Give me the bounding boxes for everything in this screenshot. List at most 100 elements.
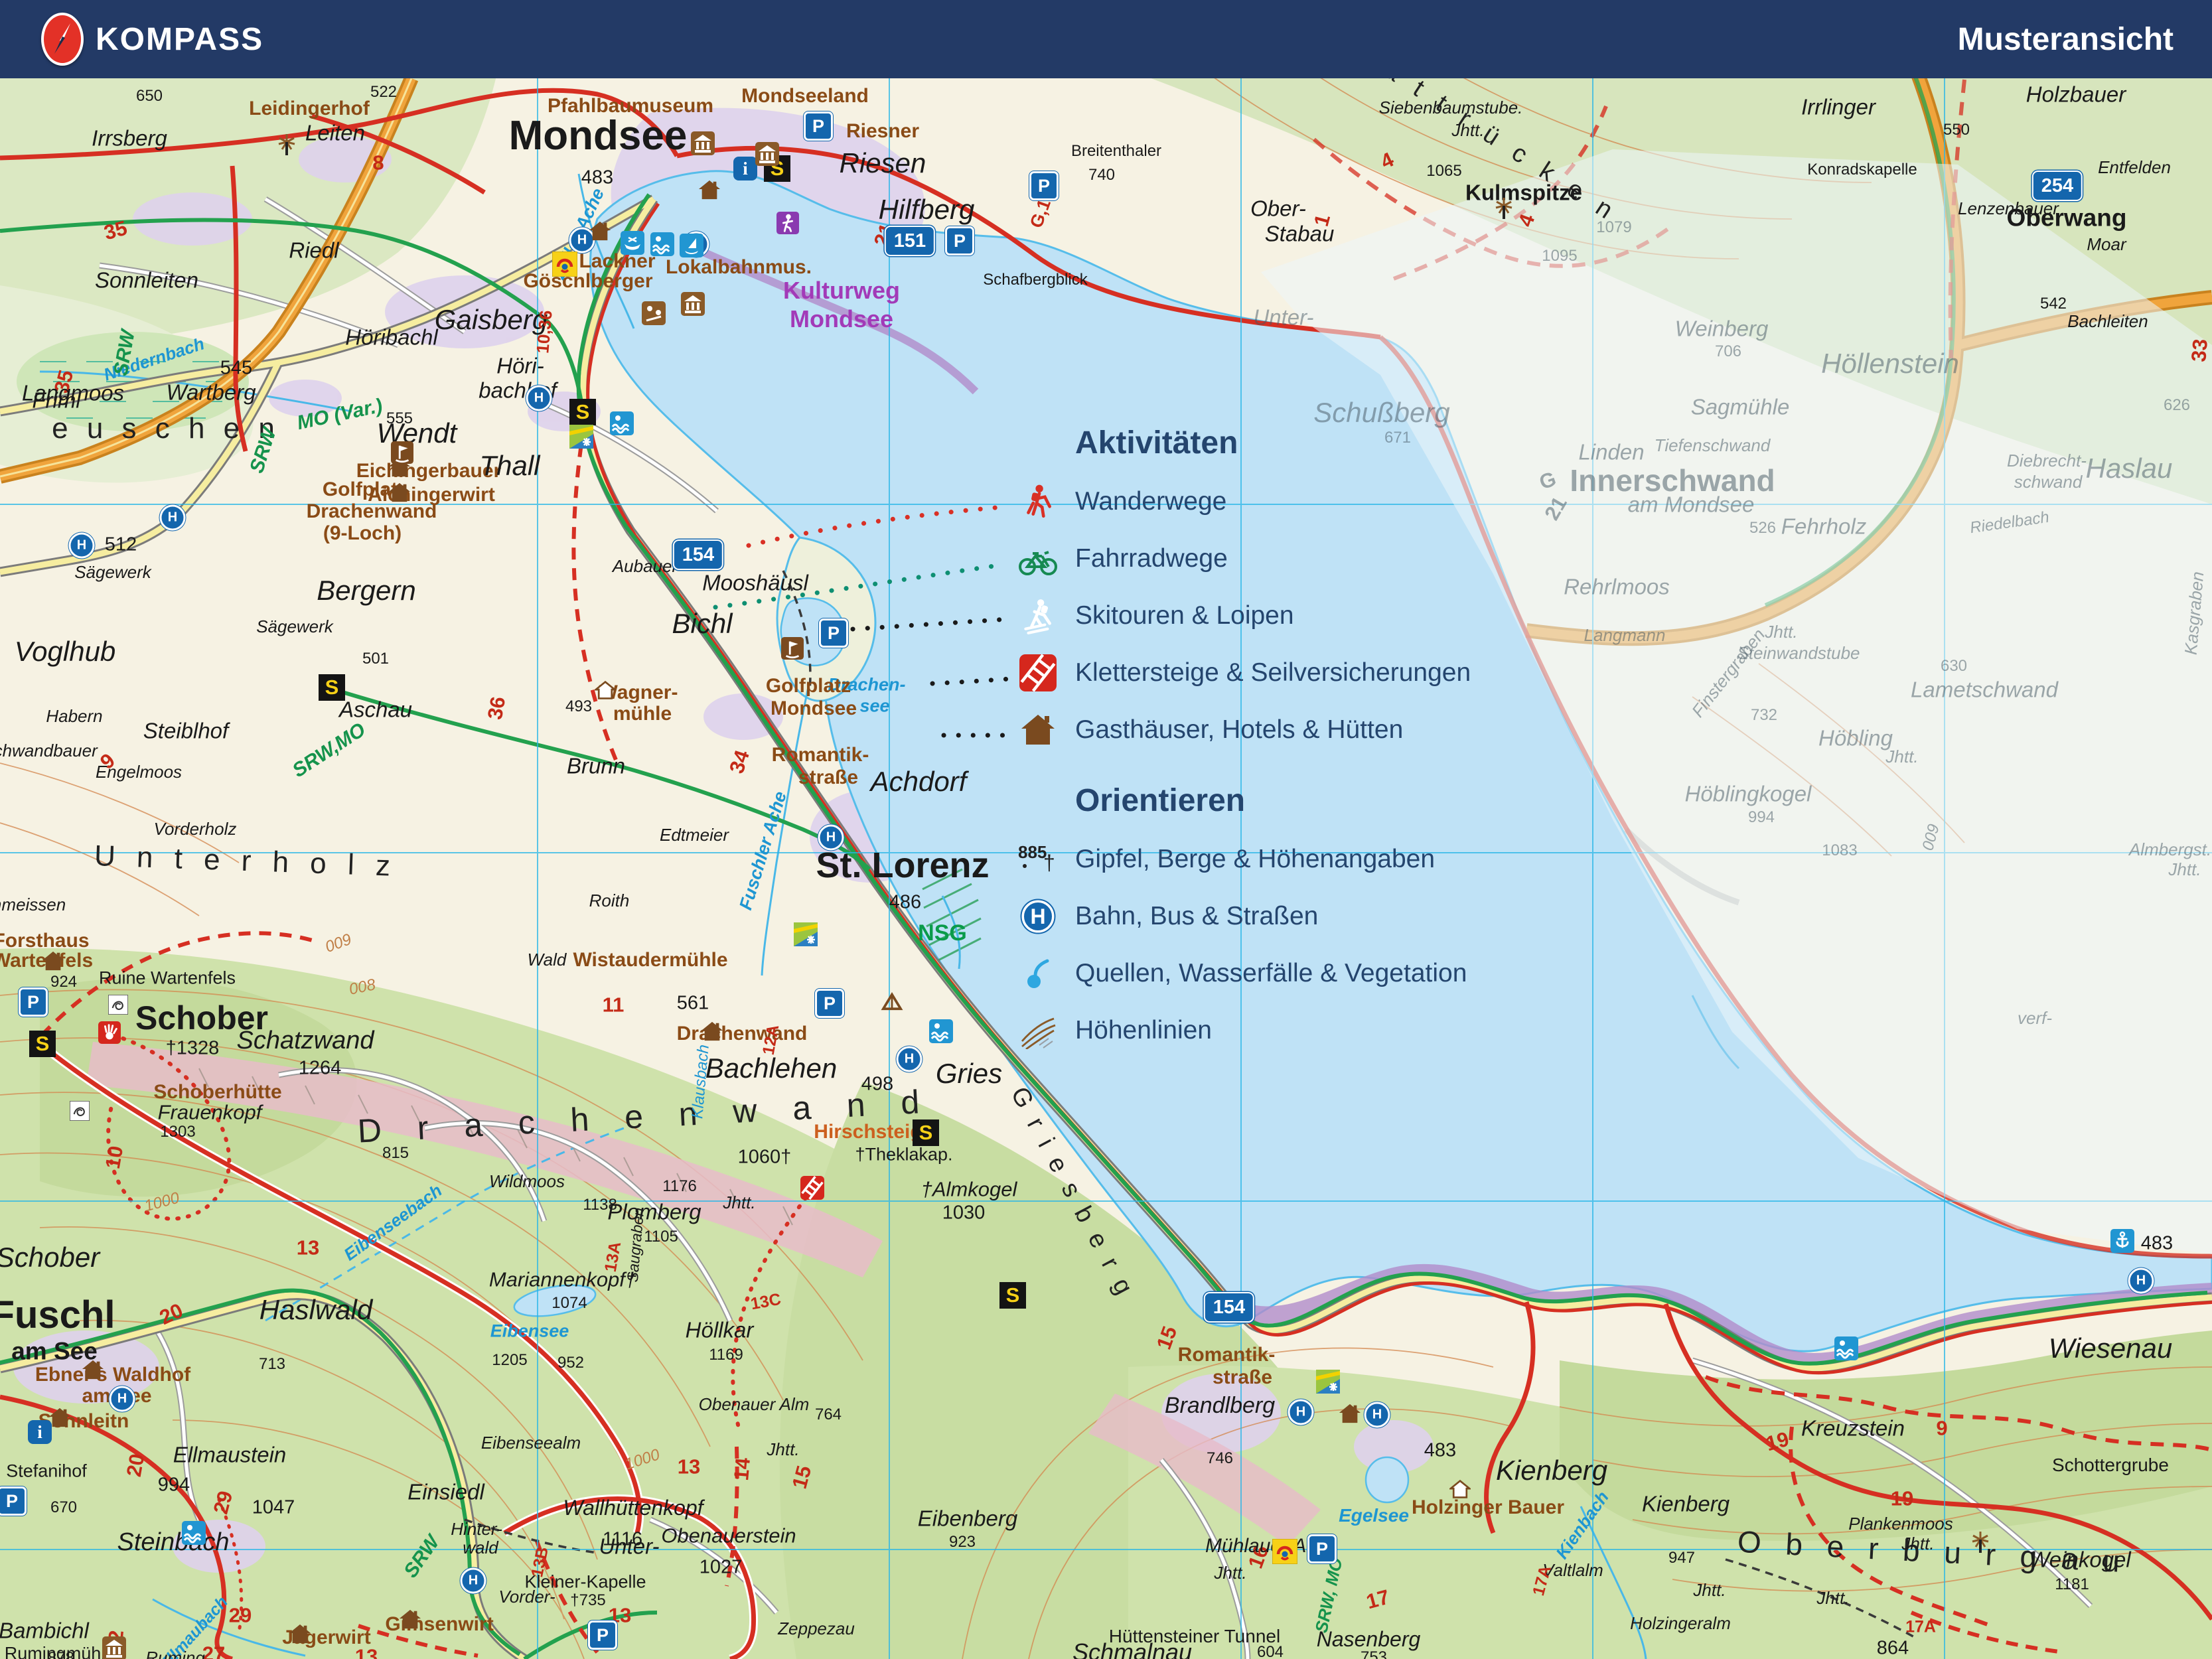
- map-label: Drachenwand: [676, 1023, 808, 1045]
- map-label: Hilfberg: [878, 194, 975, 225]
- map-label: Sägewerk: [74, 562, 151, 582]
- map-label: Achdorf: [870, 766, 967, 797]
- map-label: 764: [814, 1406, 842, 1423]
- contours-icon: [1017, 1009, 1059, 1052]
- map-label: Habern: [46, 706, 103, 726]
- ladder-icon: [1017, 652, 1059, 694]
- map-label: Göschlberger: [523, 270, 653, 292]
- map-label: 10: [100, 1143, 128, 1171]
- map-label: Eibensee: [490, 1321, 569, 1341]
- route-badge: 154: [672, 540, 724, 570]
- map-label: 550: [1943, 121, 1970, 139]
- legend-orientation-items: 885 † Gipfel, Berge & Höhenangaben H Bahn, B…: [1017, 831, 1654, 1059]
- map-label: 561: [676, 992, 709, 1014]
- map-label: Obenauerstein: [661, 1524, 796, 1548]
- map-label: 1181: [2055, 1575, 2089, 1593]
- map-label: Jhtt.: [1214, 1563, 1247, 1583]
- bus-stop-icon: H: [896, 1046, 922, 1072]
- map-label: Schober: [0, 1242, 100, 1273]
- peak-icon: 885 †: [1017, 838, 1059, 881]
- svg-text:885: 885: [1018, 842, 1047, 862]
- map-label: Jhtt.: [723, 1192, 756, 1212]
- map-label: Haslau: [2085, 453, 2173, 484]
- map-label: 512: [104, 534, 137, 555]
- map-label: 706: [1714, 342, 1742, 360]
- museum-icon: [755, 142, 779, 166]
- map-label: Kienberg: [1495, 1455, 1608, 1486]
- map-label: Leidingerhof: [249, 98, 370, 119]
- map-label: Plomberg: [607, 1199, 701, 1224]
- hut-icon: [595, 680, 616, 701]
- bus-stop-icon: H: [526, 385, 552, 411]
- map-label: 1176: [662, 1177, 697, 1195]
- map-label: Fehrholz: [1781, 514, 1867, 539]
- map-label: Jhtt.: [1765, 622, 1798, 642]
- map-label: Bachlehen: [705, 1052, 838, 1084]
- legend-item-label: Wanderwege: [1075, 487, 1227, 516]
- map-label: 27: [202, 1642, 226, 1659]
- map-label: Riesner: [846, 120, 920, 142]
- map-label: 11: [602, 993, 625, 1017]
- map-label: Gaisberg: [434, 304, 548, 335]
- map-label: Zeppezau: [778, 1619, 855, 1638]
- map-label: Bambichl: [0, 1618, 89, 1643]
- map-label: 545: [220, 357, 253, 379]
- map-label: 1095: [1542, 247, 1578, 265]
- ski-area-icon: [794, 922, 818, 946]
- map-label: Stefanihof: [6, 1461, 87, 1481]
- summer-toll-icon: S: [29, 1031, 56, 1057]
- map-label: Schwandbauer: [0, 741, 98, 760]
- map-label: Schatzwand: [236, 1027, 374, 1054]
- map-label: 1030: [942, 1202, 986, 1224]
- map-label: Mondsee: [770, 697, 857, 719]
- bus-stop-icon: H: [159, 504, 186, 531]
- map-label: Weinberg: [1674, 316, 1769, 341]
- map-label: 35: [101, 216, 130, 245]
- map-label: Schottergrube: [2052, 1455, 2169, 1475]
- map-label: 483: [581, 167, 614, 188]
- trailhead-icon: [776, 212, 799, 234]
- map-label: †735: [570, 1591, 606, 1609]
- legend-item-label: Höhenlinien: [1075, 1016, 1212, 1045]
- map-label: Bichl: [672, 608, 733, 639]
- map-label: 864: [1876, 1637, 1909, 1659]
- map-label: Thall: [479, 450, 540, 481]
- map-label: Riedl: [289, 238, 339, 263]
- legend-item-contours: Höhenlinien: [1017, 1002, 1654, 1059]
- parking-icon: P: [588, 1621, 617, 1650]
- map-label: 1027: [699, 1556, 743, 1578]
- map-label: Pfahlbaumuseum: [547, 95, 714, 117]
- map-label: St. Lorenz: [816, 845, 990, 885]
- map-label: 17: [1363, 1585, 1392, 1614]
- map-label: 20: [121, 1451, 149, 1479]
- map-label: Jhtt.: [767, 1439, 800, 1459]
- map-label: Steiblhof: [143, 718, 229, 743]
- map-label: Steinwandstube: [1737, 643, 1860, 663]
- map-label: Ebner's Waldhof: [35, 1364, 191, 1386]
- map-label: Höblingkogel: [1684, 781, 1812, 806]
- map-label: Wallhüttenkopf: [563, 1496, 703, 1520]
- svg-text:H: H: [1030, 904, 1045, 928]
- spring-icon: [1017, 952, 1059, 995]
- gasthaus-icon: [48, 1406, 71, 1429]
- legend-activities-items: Wanderwege Fahrradwege Skitouren & Loipen K…: [1017, 473, 1654, 758]
- bike-icon: [1017, 538, 1059, 580]
- map-label: 483: [2140, 1232, 2174, 1254]
- map-label: Aubauer: [612, 556, 678, 576]
- map-label: 13: [677, 1455, 701, 1479]
- map-label: Höri-: [496, 353, 544, 378]
- map-label: 1083: [1822, 841, 1858, 859]
- map-label: Ober-: [1250, 196, 1306, 221]
- map-label: 14: [729, 1457, 755, 1482]
- map-label: 713: [258, 1355, 286, 1373]
- cave-icon: [70, 1101, 90, 1121]
- kompass-logo-icon: [41, 13, 84, 66]
- map-label: Obenauer Alm: [698, 1394, 810, 1414]
- legend-item-spring: Quellen, Wasserfälle & Vegetation: [1017, 945, 1654, 1002]
- map-label: Siebenbaumstube.: [1378, 98, 1523, 117]
- map-label: 670: [50, 1498, 78, 1516]
- map-label: 13: [354, 1644, 378, 1659]
- map-label: Wald: [527, 950, 567, 970]
- gasthaus-icon: [701, 1020, 723, 1043]
- map-label: 924: [50, 973, 78, 991]
